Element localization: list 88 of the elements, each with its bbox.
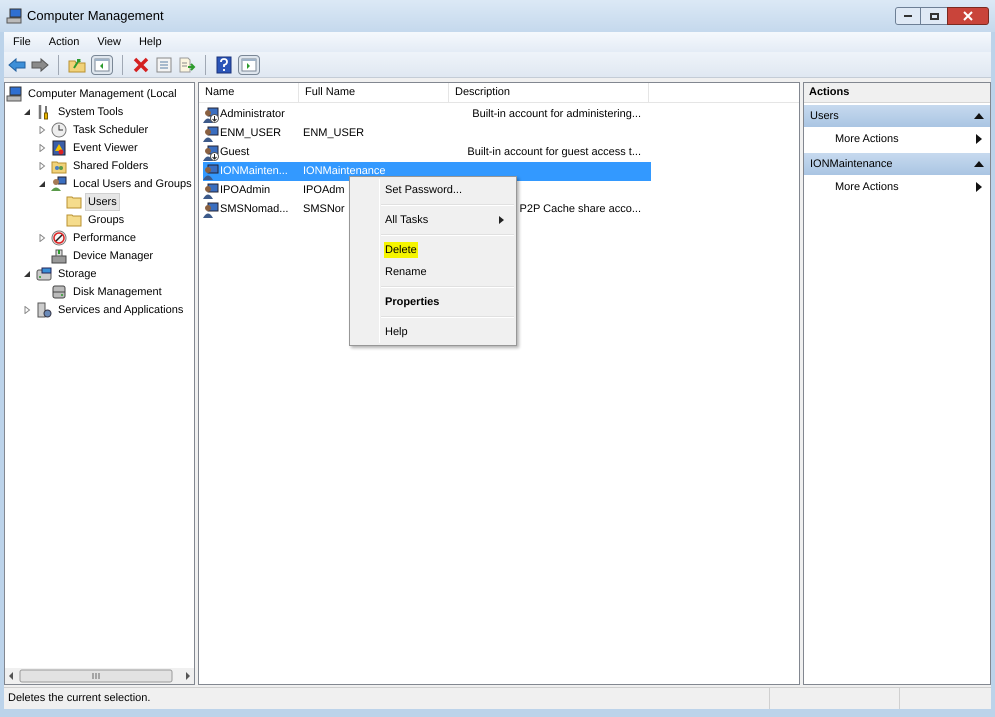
collapsed-arrow-icon[interactable] bbox=[23, 306, 31, 314]
tree-item[interactable]: Storage bbox=[55, 265, 100, 283]
menu-item[interactable]: File bbox=[4, 34, 40, 50]
menu-item[interactable]: Help bbox=[130, 34, 171, 50]
tree-item[interactable]: Task Scheduler bbox=[70, 121, 152, 139]
action-link[interactable]: More Actions bbox=[804, 175, 990, 199]
menu-item[interactable]: Action bbox=[40, 34, 88, 50]
pane-title: Actions bbox=[804, 83, 990, 103]
collapse-caret-icon[interactable] bbox=[974, 160, 984, 168]
collapsed-arrow-icon[interactable] bbox=[38, 144, 46, 152]
computer-icon bbox=[6, 8, 22, 24]
tree-item[interactable]: Disk Management bbox=[70, 283, 165, 301]
action-pane-icon[interactable] bbox=[238, 54, 260, 74]
menu-item[interactable]: View bbox=[88, 34, 130, 50]
tree-item[interactable]: Device Manager bbox=[70, 247, 156, 265]
context-menu-item[interactable]: All Tasks bbox=[350, 209, 516, 231]
storage-icon bbox=[36, 266, 52, 282]
close-x-icon bbox=[963, 11, 973, 21]
column-header[interactable]: Description bbox=[449, 83, 649, 102]
menu-label: Properties bbox=[384, 294, 440, 310]
console-tree-icon[interactable] bbox=[91, 54, 113, 74]
collapse-caret-icon[interactable] bbox=[974, 112, 984, 120]
column-header[interactable]: Full Name bbox=[299, 83, 449, 102]
delete-x-icon[interactable] bbox=[132, 56, 150, 74]
menu-label: Help bbox=[384, 324, 409, 340]
tree-item[interactable]: Users bbox=[85, 193, 120, 211]
expanded-arrow-icon[interactable] bbox=[23, 270, 31, 278]
column-header[interactable]: Name bbox=[199, 83, 299, 102]
minimize-button[interactable] bbox=[895, 7, 921, 25]
maximize-button[interactable] bbox=[921, 7, 947, 25]
event-log-icon bbox=[51, 140, 67, 156]
submenu-arrow-icon bbox=[499, 216, 504, 224]
context-menu-item[interactable]: Help bbox=[350, 321, 516, 343]
menu-label: Rename bbox=[384, 264, 428, 280]
window-title: Computer Management bbox=[27, 7, 164, 26]
collapsed-arrow-icon[interactable] bbox=[38, 234, 46, 242]
tree-item[interactable]: Event Viewer bbox=[70, 139, 141, 157]
table-cell-text: Built-in account for administering... bbox=[471, 107, 641, 122]
table-cell-text: P2P Cache share acco... bbox=[518, 202, 641, 218]
tree-item[interactable]: Shared Folders bbox=[70, 157, 152, 175]
tree-item[interactable]: Local Users and Groups bbox=[70, 175, 194, 193]
horizontal-scrollbar[interactable] bbox=[5, 668, 194, 684]
section-header[interactable]: IONMaintenance bbox=[804, 153, 990, 175]
help-icon[interactable] bbox=[215, 56, 233, 74]
tree-item[interactable]: Services and Applications bbox=[55, 301, 186, 319]
tree-item[interactable]: Performance bbox=[70, 229, 139, 247]
action-link[interactable]: More Actions bbox=[804, 127, 990, 151]
context-menu-item[interactable]: Properties bbox=[350, 291, 516, 313]
tree-item[interactable]: Computer Management (Local bbox=[25, 85, 180, 103]
folder-icon bbox=[66, 194, 82, 210]
folder-icon bbox=[66, 212, 82, 228]
device-icon bbox=[51, 248, 67, 264]
table-cell: IONMaintenance bbox=[303, 165, 386, 178]
properties-icon[interactable] bbox=[155, 56, 173, 74]
table-cell[interactable]: SMSNomad... bbox=[220, 201, 288, 218]
table-cell[interactable]: IPOAdmin bbox=[220, 182, 270, 199]
disk-drive-icon bbox=[51, 284, 67, 300]
submenu-arrow-icon bbox=[976, 182, 982, 192]
table-cell-text: Built-in account for guest access t... bbox=[466, 145, 641, 160]
table-cell[interactable]: ENM_USER bbox=[220, 125, 282, 142]
submenu-arrow-icon bbox=[976, 134, 982, 144]
expanded-arrow-icon[interactable] bbox=[38, 180, 46, 188]
highlighted-label: Delete bbox=[384, 242, 418, 258]
computer-icon bbox=[6, 86, 22, 102]
context-menu-item[interactable]: Rename bbox=[350, 261, 516, 283]
table-cell: IPOAdm bbox=[303, 184, 345, 196]
context-menu-item[interactable]: Delete bbox=[350, 239, 516, 261]
table-cell: SMSNor bbox=[303, 203, 345, 216]
tree-item[interactable]: Groups bbox=[85, 211, 128, 229]
forward-arrow-icon[interactable] bbox=[31, 56, 49, 74]
back-arrow-icon[interactable] bbox=[8, 56, 26, 74]
close-button[interactable] bbox=[947, 7, 989, 25]
toolbar-separator bbox=[58, 54, 59, 74]
menu-label: Set Password... bbox=[384, 182, 464, 198]
toolbar-separator bbox=[122, 54, 123, 74]
clock-icon bbox=[51, 122, 67, 138]
tree-item[interactable]: System Tools bbox=[55, 103, 126, 121]
expanded-arrow-icon[interactable] bbox=[23, 108, 31, 116]
users-icon bbox=[51, 176, 67, 192]
section-header[interactable]: Users bbox=[804, 105, 990, 127]
context-menu-item[interactable]: Set Password... bbox=[350, 179, 516, 201]
toolbar-separator bbox=[205, 54, 206, 74]
table-cell: ENM_USER bbox=[303, 127, 364, 140]
collapsed-arrow-icon[interactable] bbox=[38, 162, 46, 170]
collapsed-arrow-icon[interactable] bbox=[38, 126, 46, 134]
status-text: Deletes the current selection. bbox=[7, 691, 152, 706]
export-list-icon[interactable] bbox=[178, 56, 196, 74]
menu-label: All Tasks bbox=[384, 212, 430, 228]
